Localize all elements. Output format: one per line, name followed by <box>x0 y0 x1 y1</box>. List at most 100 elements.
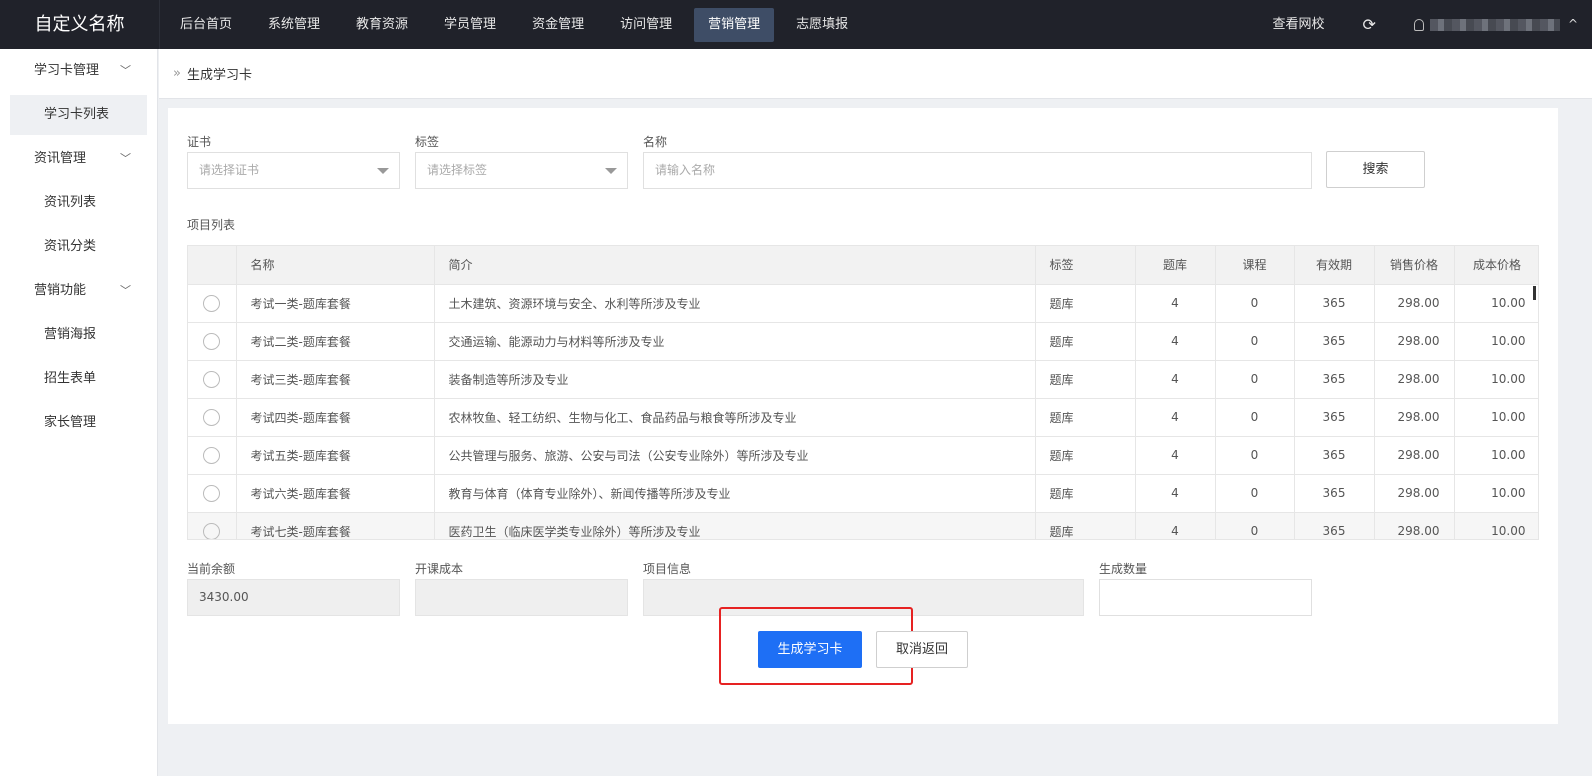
cell-radio[interactable] <box>188 512 237 539</box>
table-row[interactable]: 考试六类-题库套餐 教育与体育（体育专业除外）、新闻传播等所涉及专业 题库 4 0 365… <box>188 474 1538 513</box>
sidebar-group-marketing[interactable]: 营销功能 ﹀ <box>0 269 157 313</box>
refresh-icon[interactable]: ⟳ <box>1343 0 1396 49</box>
main-card: 证书 请选择证书 标签 请选择标签 名称 请输入名称 搜索 项目列表 名称 简介… <box>168 108 1558 724</box>
cell-desc: 农林牧鱼、轻工纺织、生物与化工、食品药品与粮食等所涉及专业 <box>434 398 1036 437</box>
row-radio[interactable] <box>203 522 221 539</box>
cell-name: 考试六类-题库套餐 <box>236 474 435 513</box>
view-site-link[interactable]: 查看网校 <box>1255 0 1343 49</box>
table-row[interactable]: 考试七类-题库套餐 医药卫生（临床医学类专业除外）等所涉及专业 题库 4 0 365 298… <box>188 512 1538 539</box>
cell-radio[interactable] <box>188 474 237 513</box>
nav-home[interactable]: 后台首页 <box>166 8 246 42</box>
sidebar-item-parents[interactable]: 家长管理 <box>0 401 157 445</box>
table-row[interactable]: 考试一类-题库套餐 土木建筑、资源环境与安全、水利等所涉及专业 题库 4 0 365 298… <box>188 284 1538 323</box>
cell-valid: 365 <box>1294 512 1375 539</box>
nav-education[interactable]: 教育资源 <box>342 8 422 42</box>
header-course: 课程 <box>1215 246 1295 285</box>
row-radio[interactable] <box>203 370 221 388</box>
cell-bank: 4 <box>1135 474 1216 513</box>
cell-price: 298.00 <box>1374 284 1455 323</box>
balance-field: 3430.00 <box>187 579 400 616</box>
header-price: 销售价格 <box>1374 246 1455 285</box>
cert-select[interactable]: 请选择证书 <box>187 152 400 189</box>
row-radio[interactable] <box>203 332 221 350</box>
cell-name: 考试四类-题库套餐 <box>236 398 435 437</box>
course-cost-field <box>415 579 628 616</box>
cell-price: 298.00 <box>1374 322 1455 361</box>
cell-tag: 题库 <box>1035 398 1136 437</box>
user-menu[interactable]: ^ <box>1396 0 1592 49</box>
cell-tag: 题库 <box>1035 360 1136 399</box>
top-right: 查看网校 ⟳ ^ <box>1255 0 1592 49</box>
cell-price: 298.00 <box>1374 474 1455 513</box>
generate-card-button[interactable]: 生成学习卡 <box>758 631 862 668</box>
sidebar-item-news-list[interactable]: 资讯列表 <box>0 181 157 225</box>
nav-system[interactable]: 系统管理 <box>254 8 334 42</box>
cell-course: 0 <box>1215 436 1295 475</box>
row-radio[interactable] <box>203 294 221 312</box>
cell-cost: 10.00 <box>1454 360 1538 399</box>
cell-valid: 365 <box>1294 436 1375 475</box>
sidebar-item-enroll-form[interactable]: 招生表单 <box>0 357 157 401</box>
row-radio[interactable] <box>203 408 221 426</box>
top-nav: 后台首页 系统管理 教育资源 学员管理 资金管理 访问管理 营销管理 志愿填报 <box>160 0 870 49</box>
cell-course: 0 <box>1215 360 1295 399</box>
header-select <box>188 246 237 285</box>
cell-bank: 4 <box>1135 512 1216 539</box>
top-bar: 自定义名称 后台首页 系统管理 教育资源 学员管理 资金管理 访问管理 营销管理… <box>0 0 1592 49</box>
sidebar-group-news[interactable]: 资讯管理 ﹀ <box>0 137 157 181</box>
header-name: 名称 <box>236 246 435 285</box>
header-bank: 题库 <box>1135 246 1216 285</box>
table-row[interactable]: 考试五类-题库套餐 公共管理与服务、旅游、公安与司法（公安专业除外）等所涉及专业题… <box>188 436 1538 475</box>
tag-placeholder: 请选择标签 <box>427 163 488 177</box>
sidebar: 学习卡管理 ﹀ 学习卡列表 资讯管理 ﹀ 资讯列表 资讯分类 营销功能 ﹀ 营销海报 … <box>0 49 158 776</box>
table-row[interactable]: 考试二类-题库套餐 交通运输、能源动力与材料等所涉及专业 题库 4 0 365 298.00… <box>188 322 1538 361</box>
cell-bank: 4 <box>1135 322 1216 361</box>
cell-price: 298.00 <box>1374 360 1455 399</box>
cell-cost: 10.00 <box>1454 398 1538 437</box>
quantity-input[interactable] <box>1099 579 1312 616</box>
cancel-return-button[interactable]: 取消返回 <box>876 631 968 668</box>
user-icon <box>1413 18 1424 31</box>
project-table: 名称 简介 标签 题库 课程 有效期 销售价格 成本价格 考试一类-题库套餐 土木… <box>187 245 1539 540</box>
table-row[interactable]: 考试三类-题库套餐 装备制造等所涉及专业 题库 4 0 365 298.00 10.00 <box>188 360 1538 399</box>
sidebar-item-poster[interactable]: 营销海报 <box>0 313 157 357</box>
nav-marketing[interactable]: 营销管理 <box>694 7 775 42</box>
cell-price: 298.00 <box>1374 512 1455 539</box>
nav-access[interactable]: 访问管理 <box>606 8 686 42</box>
table-scrollbar[interactable] <box>1533 286 1536 300</box>
name-input[interactable]: 请输入名称 <box>643 152 1312 189</box>
table-header-row: 名称 简介 标签 题库 课程 有效期 销售价格 成本价格 <box>188 246 1538 285</box>
cell-radio[interactable] <box>188 398 237 437</box>
cell-tag: 题库 <box>1035 512 1136 539</box>
cell-cost: 10.00 <box>1454 436 1538 475</box>
cell-name: 考试五类-题库套餐 <box>236 436 435 475</box>
table-row[interactable]: 考试四类-题库套餐 农林牧鱼、轻工纺织、生物与化工、食品药品与粮食等所涉及专业 题库… <box>188 398 1538 437</box>
row-radio[interactable] <box>203 446 221 464</box>
sidebar-group-card[interactable]: 学习卡管理 ﹀ <box>0 49 157 93</box>
cell-valid: 365 <box>1294 322 1375 361</box>
cell-desc: 医药卫生（临床医学类专业除外）等所涉及专业 <box>434 512 1036 539</box>
cell-desc: 装备制造等所涉及专业 <box>434 360 1036 399</box>
cell-cost: 10.00 <box>1454 322 1538 361</box>
search-button[interactable]: 搜索 <box>1326 151 1425 188</box>
name-label: 名称 <box>643 135 668 149</box>
cell-radio[interactable] <box>188 436 237 475</box>
cell-radio[interactable] <box>188 284 237 323</box>
cell-bank: 4 <box>1135 436 1216 475</box>
tag-select[interactable]: 请选择标签 <box>415 152 628 189</box>
sidebar-group-label: 资讯管理 <box>34 151 87 166</box>
cell-course: 0 <box>1215 284 1295 323</box>
cell-radio[interactable] <box>188 322 237 361</box>
cell-valid: 365 <box>1294 284 1375 323</box>
nav-funds[interactable]: 资金管理 <box>518 8 598 42</box>
sidebar-item-news-category[interactable]: 资讯分类 <box>0 225 157 269</box>
cell-radio[interactable] <box>188 360 237 399</box>
nav-students[interactable]: 学员管理 <box>430 8 510 42</box>
header-cost: 成本价格 <box>1454 246 1538 285</box>
project-info-label: 项目信息 <box>643 562 692 576</box>
cell-cost: 10.00 <box>1454 474 1538 513</box>
row-radio[interactable] <box>203 484 221 502</box>
nav-volunteer[interactable]: 志愿填报 <box>782 8 862 42</box>
cell-tag: 题库 <box>1035 322 1136 361</box>
sidebar-item-card-list[interactable]: 学习卡列表 <box>10 95 147 135</box>
